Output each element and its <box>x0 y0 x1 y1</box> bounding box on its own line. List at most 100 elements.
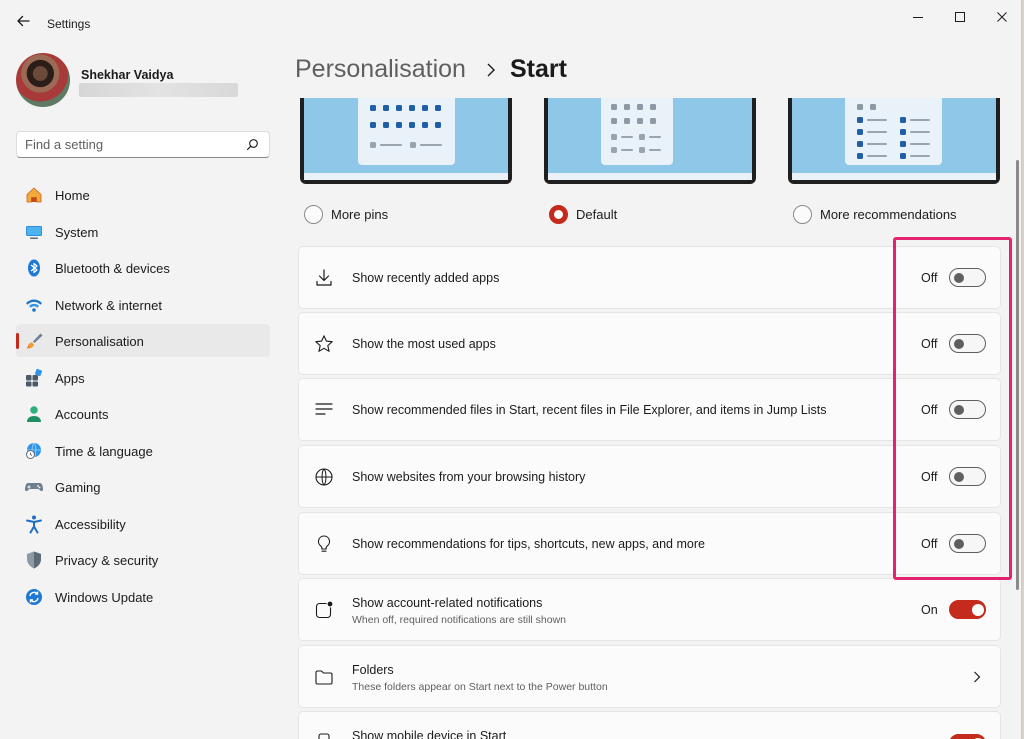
brush-icon <box>26 333 43 349</box>
toggle-switch[interactable] <box>949 400 986 419</box>
thumb-pin <box>370 122 376 128</box>
radio-button[interactable] <box>793 205 812 224</box>
thumb-rec-line <box>420 144 442 146</box>
star-icon <box>315 335 333 352</box>
maximize-button[interactable] <box>938 4 982 30</box>
maximize-icon <box>955 12 965 22</box>
minimize-button[interactable] <box>896 4 940 30</box>
close-icon <box>997 12 1007 22</box>
layout-preview-default[interactable] <box>544 98 756 184</box>
phone-icon <box>318 733 330 739</box>
toggle-switch[interactable] <box>949 734 986 739</box>
setting-card-recommended-files[interactable]: Show recommended files in Start, recent … <box>298 378 1001 441</box>
gamepad-icon <box>25 483 43 492</box>
thumb-pin <box>396 105 402 111</box>
radio-label: Default <box>576 207 618 222</box>
sidebar-item-bluetooth[interactable]: Bluetooth & devices <box>16 251 270 284</box>
thumb-rec <box>900 141 906 147</box>
radio-button[interactable] <box>304 205 323 224</box>
sidebar-item-time-language[interactable]: Time & language <box>16 434 270 467</box>
toggle-knob <box>954 339 964 349</box>
setting-card-mobile-device[interactable]: Show mobile device in Start <box>298 711 1001 739</box>
toggle-knob <box>954 405 964 415</box>
sidebar-item-system[interactable]: System <box>16 215 270 248</box>
setting-title: Show recently added apps <box>352 271 500 285</box>
thumb-rec <box>857 117 863 123</box>
sidebar-item-personalisation[interactable]: Personalisation <box>16 324 270 357</box>
back-arrow-icon[interactable] <box>14 12 32 30</box>
sidebar-item-home[interactable]: Home <box>16 178 270 211</box>
accessibility-icon <box>26 515 42 533</box>
toggle-switch[interactable] <box>949 600 986 619</box>
setting-card-account-notifications[interactable]: Show account-related notifications When … <box>298 578 1001 641</box>
person-icon <box>27 406 41 422</box>
thumb-rec-line <box>910 131 930 133</box>
thumb-pin <box>611 118 617 124</box>
setting-card-tips[interactable]: Show recommendations for tips, shortcuts… <box>298 512 1001 575</box>
layout-option-default[interactable]: Default <box>549 205 617 224</box>
sidebar-item-privacy[interactable]: Privacy & security <box>16 543 270 576</box>
sidebar-item-label: Privacy & security <box>55 553 159 568</box>
search-box[interactable] <box>16 131 270 158</box>
radio-button-selected[interactable] <box>549 205 568 224</box>
thumb-rec-line <box>910 119 930 121</box>
thumb-pin <box>870 104 876 110</box>
search-icon[interactable] <box>246 138 259 151</box>
thumb-rec-line <box>621 149 633 151</box>
setting-title: Show websites from your browsing history <box>352 470 586 484</box>
breadcrumb-parent[interactable]: Personalisation <box>295 55 466 83</box>
sidebar-item-label: Time & language <box>55 443 153 459</box>
scrollbar[interactable] <box>1016 160 1019 590</box>
toggle-state-label: Off <box>921 470 938 484</box>
sidebar-item-gaming[interactable]: Gaming <box>16 470 270 503</box>
setting-card-recently-added[interactable]: Show recently added apps Off <box>298 246 1001 309</box>
toggle-switch[interactable] <box>949 534 986 553</box>
toggle-knob <box>954 539 964 549</box>
sidebar-item-apps[interactable]: Apps <box>16 361 270 394</box>
sidebar-item-network[interactable]: Network & internet <box>16 288 270 321</box>
toggle-switch[interactable] <box>949 334 986 353</box>
layout-option-more-recommendations[interactable]: More recommendations <box>793 205 957 224</box>
avatar[interactable] <box>16 53 70 107</box>
chevron-right-icon <box>974 671 981 683</box>
sidebar-item-accounts[interactable]: Accounts <box>16 397 270 430</box>
toggle-state-label: On <box>921 603 938 617</box>
setting-title: Folders <box>352 663 394 677</box>
chevron-right-icon <box>487 63 495 77</box>
thumb-rec-line <box>867 155 887 157</box>
shield-icon <box>27 551 41 569</box>
sidebar-item-label: Windows Update <box>55 589 154 605</box>
page-title: Start <box>510 55 567 83</box>
toggle-knob <box>954 273 964 283</box>
thumb-pin <box>650 104 656 110</box>
sidebar-item-label: Bluetooth & devices <box>55 261 170 276</box>
globe-clock-icon <box>26 442 41 459</box>
thumb-rec <box>611 134 617 140</box>
layout-preview-more-pins[interactable] <box>300 98 512 184</box>
content-pane: More pins Default More recommendations S… <box>298 98 1002 739</box>
layout-option-more-pins[interactable]: More pins <box>304 205 388 224</box>
sidebar-item-windows-update[interactable]: Windows Update <box>16 580 270 613</box>
thumb-rec-line <box>867 131 887 133</box>
update-icon <box>26 588 42 605</box>
settings-window: Settings Shekhar Vaidya Home System Blue <box>0 0 1022 739</box>
thumb-taskbar <box>548 173 752 180</box>
thumb-pin <box>650 118 656 124</box>
toggle-switch[interactable] <box>949 467 986 486</box>
sidebar-item-accessibility[interactable]: Accessibility <box>16 507 270 540</box>
thumb-rec <box>857 141 863 147</box>
thumb-pin <box>409 105 415 111</box>
close-button[interactable] <box>980 4 1021 30</box>
thumb-start-menu <box>845 98 942 165</box>
sidebar-item-label: System <box>55 224 99 240</box>
setting-card-folders[interactable]: Folders These folders appear on Start ne… <box>298 645 1001 708</box>
download-icon <box>316 269 332 286</box>
setting-card-most-used[interactable]: Show the most used apps Off <box>298 312 1001 375</box>
wifi-icon <box>26 299 42 312</box>
setting-subtitle: These folders appear on Start next to th… <box>352 681 608 693</box>
setting-card-websites[interactable]: Show websites from your browsing history… <box>298 445 1001 508</box>
thumb-pin <box>637 118 643 124</box>
toggle-switch[interactable] <box>949 268 986 287</box>
layout-preview-more-recommendations[interactable] <box>788 98 1000 184</box>
search-input[interactable] <box>25 137 235 152</box>
